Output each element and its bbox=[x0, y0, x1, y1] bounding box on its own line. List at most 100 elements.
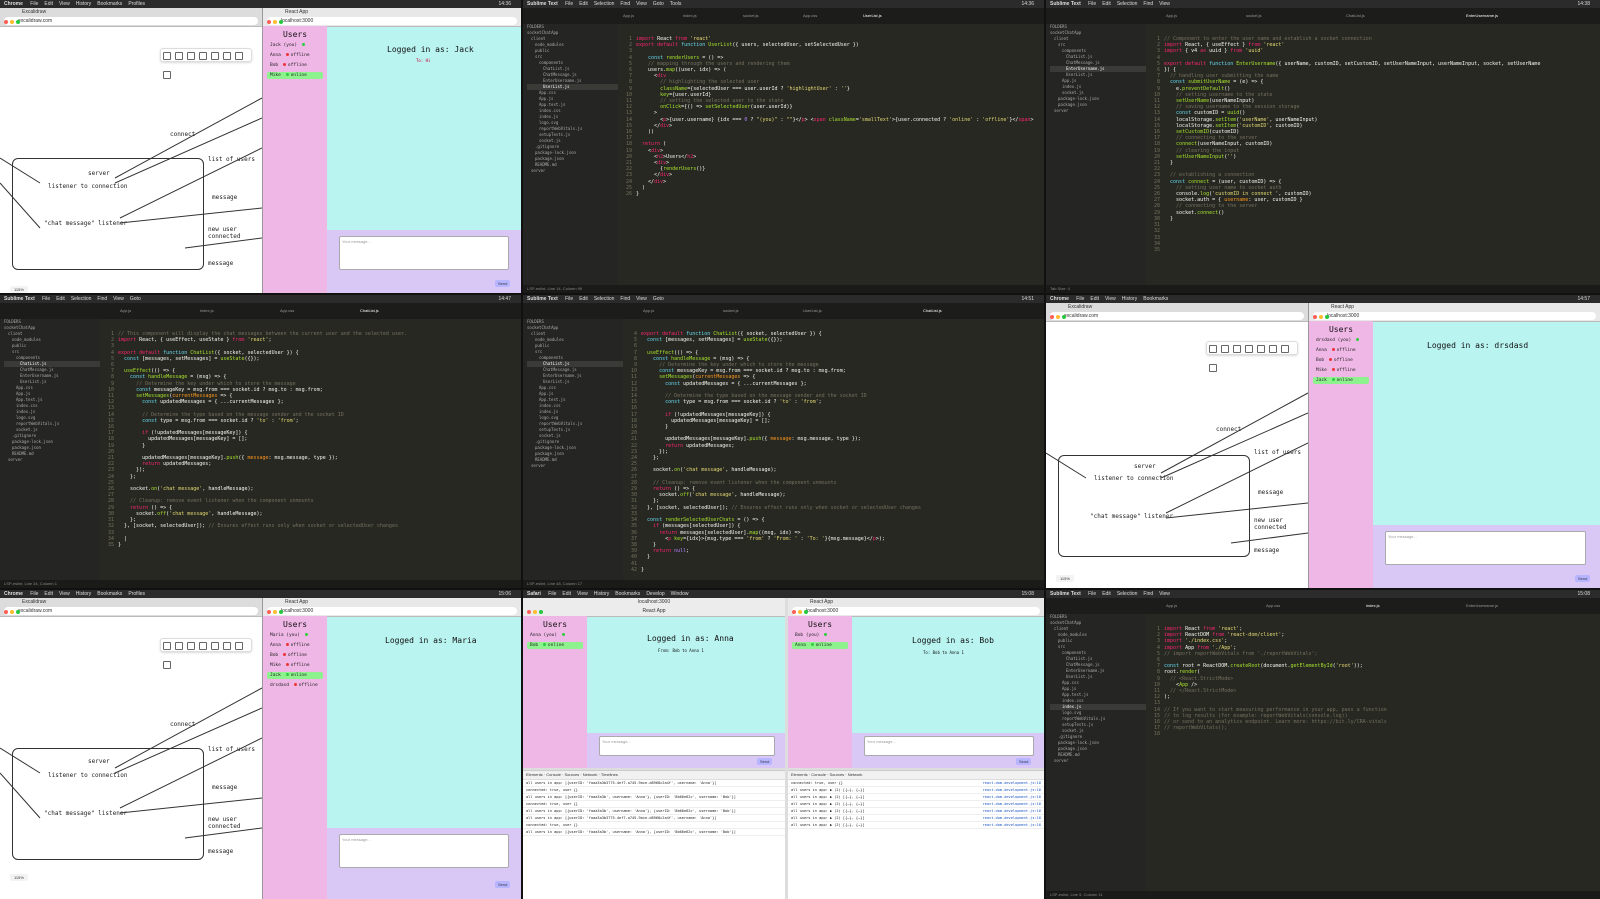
tab-file[interactable]: App.js bbox=[643, 306, 654, 316]
user-item[interactable]: Maria (you) bbox=[267, 632, 323, 639]
tab-react-app[interactable]: React App bbox=[788, 598, 1044, 607]
tab-file[interactable]: App.css bbox=[803, 11, 817, 21]
user-item[interactable]: drsdasd (you) bbox=[1313, 337, 1369, 344]
logged-in-title: Logged in as: Anna bbox=[647, 634, 734, 643]
send-button[interactable]: Send bbox=[1016, 758, 1032, 765]
code-editor[interactable]: 1// This component will display the chat… bbox=[100, 319, 521, 580]
user-item[interactable]: Anna (you) bbox=[527, 632, 583, 639]
sketch-arrows bbox=[0, 97, 262, 249]
tab-file[interactable]: App.css bbox=[1266, 601, 1280, 611]
user-item-selected[interactable]: Mike online bbox=[267, 72, 323, 79]
url-bar-safari[interactable]: localhost:3000 bbox=[523, 598, 785, 607]
mac-menubar: Chrome File Edit View History Bookmarks 14:5… bbox=[1046, 295, 1600, 303]
status-bar: LSP-eslint, Line 48, Column 17 bbox=[523, 580, 1044, 588]
react-app-jack: React App localhost:3000 Users Jack (you… bbox=[263, 8, 521, 293]
console-row: connected: true, user {} react-dom.develo… bbox=[788, 780, 1044, 787]
tab-file[interactable]: index.js bbox=[200, 306, 214, 316]
tab-react-app[interactable]: React App bbox=[263, 8, 521, 17]
console-row: all users in app: [{userID: 'faaa3a3b', … bbox=[523, 794, 785, 801]
tab-file-active[interactable]: UserList.js bbox=[863, 11, 882, 21]
user-item-selected[interactable]: Anna online bbox=[792, 642, 848, 649]
message-input[interactable]: Your message... bbox=[339, 834, 509, 868]
tab-file-active[interactable]: ChatList.js bbox=[360, 306, 379, 316]
user-item[interactable]: drsdasd offline bbox=[267, 682, 323, 689]
tab-file[interactable]: App.js bbox=[623, 11, 634, 21]
zoom-control[interactable]: 115% bbox=[10, 874, 28, 881]
users-title: Users bbox=[1328, 325, 1354, 334]
tree-item[interactable]: server bbox=[527, 168, 622, 174]
url-bar-react[interactable]: localhost:3000 bbox=[792, 607, 1040, 615]
tab-file[interactable]: EnterUsername.js bbox=[1466, 601, 1498, 611]
console-row: connected: true, user {} bbox=[523, 822, 785, 829]
tab-react-app[interactable]: React App bbox=[263, 598, 521, 607]
tab-file[interactable]: App.js bbox=[1166, 601, 1177, 611]
folder-sidebar: FOLDERS socketChatApp client node_module… bbox=[523, 319, 627, 580]
tab-file[interactable]: App.css bbox=[280, 306, 294, 316]
sketch-arrows bbox=[1046, 392, 1308, 544]
user-item[interactable]: Bob offline bbox=[267, 62, 323, 69]
message-input[interactable]: Your message... bbox=[1385, 531, 1586, 565]
tab-file[interactable]: App.js bbox=[1166, 11, 1177, 21]
send-button[interactable]: Send bbox=[495, 280, 511, 287]
chat-line: To: Bob to Anna 1 bbox=[923, 650, 964, 655]
message-input[interactable]: Your message... bbox=[339, 236, 509, 270]
user-item[interactable]: Mike offline bbox=[1313, 367, 1369, 374]
tile-sublime-userlist: Sublime Text File Edit Selection Find View Go… bbox=[523, 0, 1044, 293]
safari-toolbar: localhost:3000 React App bbox=[523, 598, 785, 617]
url-bar-react[interactable]: localhost:3000 bbox=[1313, 312, 1596, 320]
url-bar-react[interactable]: localhost:3000 bbox=[267, 17, 517, 25]
mac-menubar: Chrome File Edit View History Bookmarks Profi… bbox=[0, 0, 521, 8]
react-app-drsdasd: React App localhost:3000 Users drsdasd (… bbox=[1309, 303, 1600, 588]
send-button[interactable]: Send bbox=[495, 881, 511, 888]
send-button[interactable]: Send bbox=[757, 758, 773, 765]
code-editor[interactable]: 1 import React from 'react' 2 export defau… bbox=[618, 24, 1044, 285]
tab-file-active[interactable]: EnterUsername.js bbox=[1466, 11, 1498, 21]
user-item-selected[interactable]: Bob online bbox=[527, 642, 583, 649]
user-item[interactable]: Bob (you) bbox=[792, 632, 848, 639]
tab-file[interactable]: UserList.js bbox=[803, 306, 822, 316]
tab-file[interactable]: ChatList.js bbox=[1346, 11, 1365, 21]
user-item[interactable]: Jack (you) bbox=[267, 42, 323, 49]
tab-file-active[interactable]: index.js bbox=[1366, 601, 1380, 611]
excalidraw-window: Excalidraw excalidraw.com connect list o… bbox=[0, 598, 263, 899]
user-item-selected[interactable]: Jack online bbox=[267, 672, 323, 679]
zoom-control[interactable]: 115% bbox=[1056, 575, 1074, 582]
folder-sidebar: FOLDERS socketChatApp client node_module… bbox=[1046, 614, 1150, 891]
editor-tabs: App.js index.js App.css ChatList.js bbox=[0, 303, 521, 319]
devtools-tabs[interactable]: Elements · Console · Sources · Network ·… bbox=[523, 771, 785, 780]
users-title: Users bbox=[542, 620, 568, 629]
message-input[interactable]: Your message... bbox=[864, 736, 1034, 756]
user-item-selected[interactable]: Jack online bbox=[1313, 377, 1369, 384]
user-item[interactable]: Mike offline bbox=[267, 662, 323, 669]
tab-file[interactable]: App.js bbox=[120, 306, 131, 316]
code-editor[interactable]: 1// Component to enter the user name and… bbox=[1146, 24, 1600, 285]
tab-react-app[interactable]: React App bbox=[523, 607, 785, 616]
message-input[interactable]: Your message... bbox=[599, 736, 775, 756]
tab-file[interactable]: socket.js bbox=[723, 306, 739, 316]
console-row: all users in app: [{userID: 'faaa3a3b377… bbox=[523, 780, 785, 787]
user-item[interactable]: Anna offline bbox=[267, 52, 323, 59]
console-row: all users in app: ▶ (2) [{…}, {…}] react-… bbox=[788, 801, 1044, 808]
tab-file-active[interactable]: ChatList.js bbox=[923, 306, 942, 316]
user-item[interactable]: Bob offline bbox=[267, 652, 323, 659]
tab-file[interactable]: socket.js bbox=[1246, 11, 1262, 21]
console-row: all users in app: [{userID: 'faaa3a3b377… bbox=[523, 815, 785, 822]
devtools-tabs[interactable]: Elements · Console · Sources · Network bbox=[788, 771, 1044, 780]
user-item[interactable]: Anna offline bbox=[1313, 347, 1369, 354]
browser-chrome-react: React App localhost:3000 bbox=[788, 598, 1044, 617]
code-editor[interactable]: 1 import React from 'react'; 2 import Reac… bbox=[1146, 614, 1600, 891]
console-row: connected: true, user {} bbox=[523, 787, 785, 794]
tab-file[interactable]: index.js bbox=[683, 11, 697, 21]
logged-in-title: Logged in as: Bob bbox=[912, 636, 994, 645]
logged-in-title: Logged in as: Jack bbox=[387, 45, 474, 54]
send-button[interactable]: Send bbox=[1575, 575, 1591, 582]
zoom-control[interactable]: 115% bbox=[10, 286, 28, 293]
user-item[interactable]: Anna offline bbox=[267, 642, 323, 649]
browser-chrome-react: React App localhost:3000 bbox=[263, 8, 521, 27]
user-item[interactable]: Bob offline bbox=[1313, 357, 1369, 364]
code-editor[interactable]: 4 export default function ChatList({ sock… bbox=[623, 319, 1044, 580]
url-bar-react[interactable]: localhost:3000 bbox=[267, 607, 517, 615]
mac-menubar: Chrome File Edit View History Bookmarks Profi… bbox=[0, 590, 521, 598]
tab-react-app[interactable]: React App bbox=[1309, 303, 1600, 312]
tab-file[interactable]: socket.js bbox=[743, 11, 759, 21]
